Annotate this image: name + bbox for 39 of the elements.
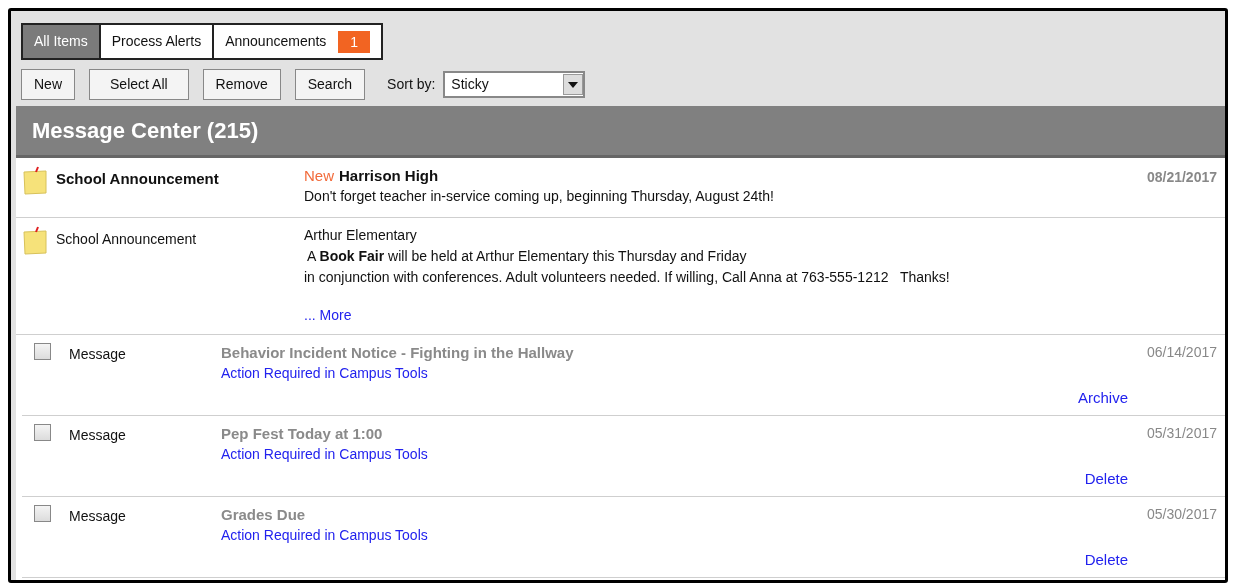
sort-label: Sort by: bbox=[387, 75, 436, 94]
message-title: Arthur Elementary bbox=[304, 226, 417, 245]
sort-dropdown[interactable]: Sticky bbox=[443, 71, 586, 98]
checkbox[interactable] bbox=[34, 343, 51, 360]
checkbox[interactable] bbox=[34, 424, 51, 441]
item-date: 05/30/2017 bbox=[1146, 505, 1217, 524]
toolbar-button[interactable]: Select All bbox=[89, 69, 189, 100]
toolbar-button[interactable]: Remove bbox=[202, 69, 281, 100]
item-date: 08/21/2017 bbox=[1146, 168, 1217, 187]
action-link[interactable]: Action Required in Campus Tools bbox=[221, 444, 428, 465]
action-link[interactable]: Delete bbox=[1084, 468, 1128, 491]
message-title: Behavior Incident Notice - Fighting in the Hallway bbox=[221, 343, 574, 363]
action-link[interactable]: Action Required in Campus Tools bbox=[221, 363, 428, 384]
action-link[interactable]: Action Required in Campus Tools bbox=[221, 525, 428, 546]
item-type: Message bbox=[69, 346, 126, 362]
toolbar-button[interactable]: New bbox=[21, 69, 75, 100]
item-type: School Announcement bbox=[56, 170, 219, 187]
action-link[interactable]: Archive bbox=[1077, 387, 1128, 410]
message-title: Grades Due bbox=[221, 505, 306, 525]
item-type: Message bbox=[69, 427, 126, 443]
tab[interactable]: All Items bbox=[23, 25, 99, 58]
count-badge: 1 bbox=[338, 30, 371, 53]
message-title: Harrison High bbox=[339, 166, 439, 186]
new-label: New bbox=[304, 166, 334, 186]
sticky-note-icon bbox=[22, 166, 48, 196]
more-link[interactable]: ... More bbox=[304, 305, 352, 326]
sticky-note-icon bbox=[22, 226, 48, 256]
item-type: Message bbox=[69, 508, 126, 524]
action-link[interactable]: Delete bbox=[1084, 549, 1128, 572]
message-text: Don't forget teacher in-service coming up, beginning Thursday, August 24th! bbox=[304, 187, 775, 206]
item-type: School Announcement bbox=[56, 231, 197, 247]
toolbar-button[interactable]: Search bbox=[294, 69, 366, 100]
message-title: Pep Fest Today at 1:00 bbox=[221, 424, 383, 444]
checkbox[interactable] bbox=[34, 505, 51, 522]
section-header: Message Center (215) bbox=[16, 106, 1225, 158]
message-text: in conjunction with conferences. Adult volunteers needed. If willing, Call Anna at 763-555-1212 Thanks! bbox=[304, 268, 951, 287]
item-date: 06/14/2017 bbox=[1146, 343, 1217, 362]
message-text: A Book Fair will be held at Arthur Elementary this Thursday and Friday bbox=[306, 247, 748, 266]
item-date: 05/31/2017 bbox=[1146, 424, 1217, 443]
